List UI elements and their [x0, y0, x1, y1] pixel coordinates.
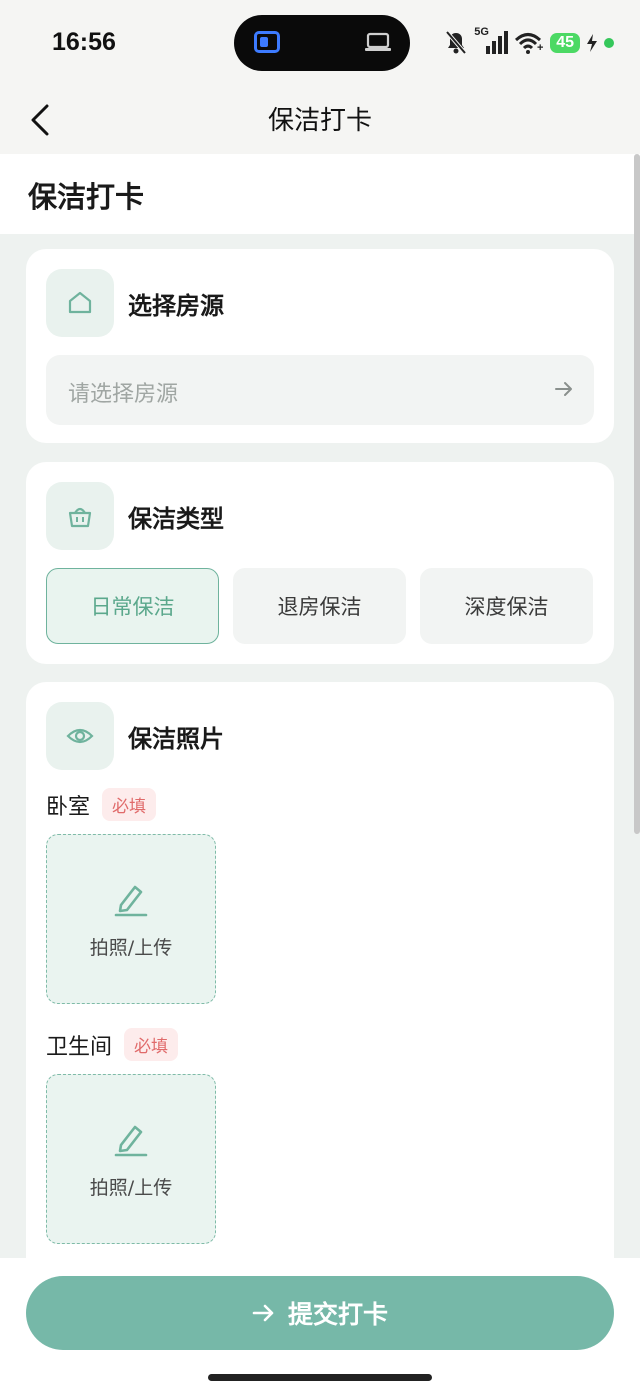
type-option-daily[interactable]: 日常保洁 [46, 568, 219, 644]
photo-icon-box [46, 702, 114, 770]
upload-bedroom-button[interactable]: 拍照/上传 [46, 834, 216, 1004]
photo-card-header: 保洁照片 [46, 702, 224, 770]
privacy-indicator [604, 38, 614, 48]
svg-text:+: + [537, 42, 543, 54]
edit-pencil-icon [114, 1125, 148, 1157]
required-badge: 必填 [102, 788, 157, 821]
upload-label: 拍照/上传 [89, 1177, 173, 1199]
wifi-icon: + [515, 33, 544, 54]
upload-bathroom-button[interactable]: 拍照/上传 [46, 1074, 216, 1244]
navigation-bar: 保洁打卡 [0, 88, 640, 154]
photo-group-label: 卧室 [46, 794, 91, 820]
cleaning-type-card: 保洁类型 日常保洁 退房保洁 深度保洁 [26, 462, 614, 664]
type-option-checkout[interactable]: 退房保洁 [233, 568, 406, 644]
status-bar: 16:56 5G + 45 [0, 0, 640, 88]
arrow-right-icon [252, 1304, 274, 1322]
house-select-placeholder: 请选择房源 [68, 382, 179, 407]
basket-icon [68, 507, 92, 528]
house-select-field[interactable]: 请选择房源 [46, 355, 594, 425]
photo-section-title: 保洁照片 [128, 724, 224, 753]
charging-icon [587, 34, 597, 52]
cleaning-type-options: 日常保洁 退房保洁 深度保洁 [46, 568, 593, 644]
status-time: 16:56 [52, 28, 116, 56]
bottom-action-bar: 提交打卡 [0, 1258, 640, 1394]
type-section-title: 保洁类型 [128, 504, 224, 533]
type-card-header: 保洁类型 [46, 482, 224, 550]
status-icons: 5G + 45 [444, 26, 614, 58]
house-icon-box [46, 269, 114, 337]
cellular-signal-icon: 5G [474, 26, 509, 56]
eye-icon [66, 728, 94, 744]
cleaning-photos-card: 保洁照片 卧室 必填 拍照/上传 卫生间 必填 拍照/上传 [26, 682, 614, 1322]
home-indicator [208, 1374, 432, 1381]
house-section-title: 选择房源 [128, 291, 224, 320]
submit-checkin-button[interactable]: 提交打卡 [26, 1276, 614, 1350]
photo-group-bathroom-label: 卫生间 必填 [46, 1028, 179, 1061]
arrow-right-icon [555, 382, 572, 396]
scrollbar[interactable] [634, 154, 640, 834]
app-window-icon [254, 31, 280, 53]
house-card-header: 选择房源 [46, 269, 224, 337]
page-header: 保洁打卡 [0, 154, 640, 234]
page-title: 保洁打卡 [28, 180, 145, 214]
edit-pencil-icon [114, 885, 148, 917]
required-badge: 必填 [124, 1028, 179, 1061]
type-option-deep[interactable]: 深度保洁 [420, 568, 593, 644]
dynamic-island [234, 15, 410, 71]
type-icon-box [46, 482, 114, 550]
submit-label: 提交打卡 [287, 1300, 388, 1329]
home-icon [68, 291, 92, 314]
bell-muted-icon [445, 30, 467, 55]
photo-group-label: 卫生间 [46, 1034, 113, 1060]
laptop-icon [365, 32, 391, 51]
photo-group-bedroom-label: 卧室 必填 [46, 788, 157, 821]
nav-title: 保洁打卡 [267, 106, 372, 136]
battery-indicator: 45 [550, 33, 580, 53]
house-select-card: 选择房源 请选择房源 [26, 249, 614, 443]
upload-label: 拍照/上传 [89, 937, 173, 959]
